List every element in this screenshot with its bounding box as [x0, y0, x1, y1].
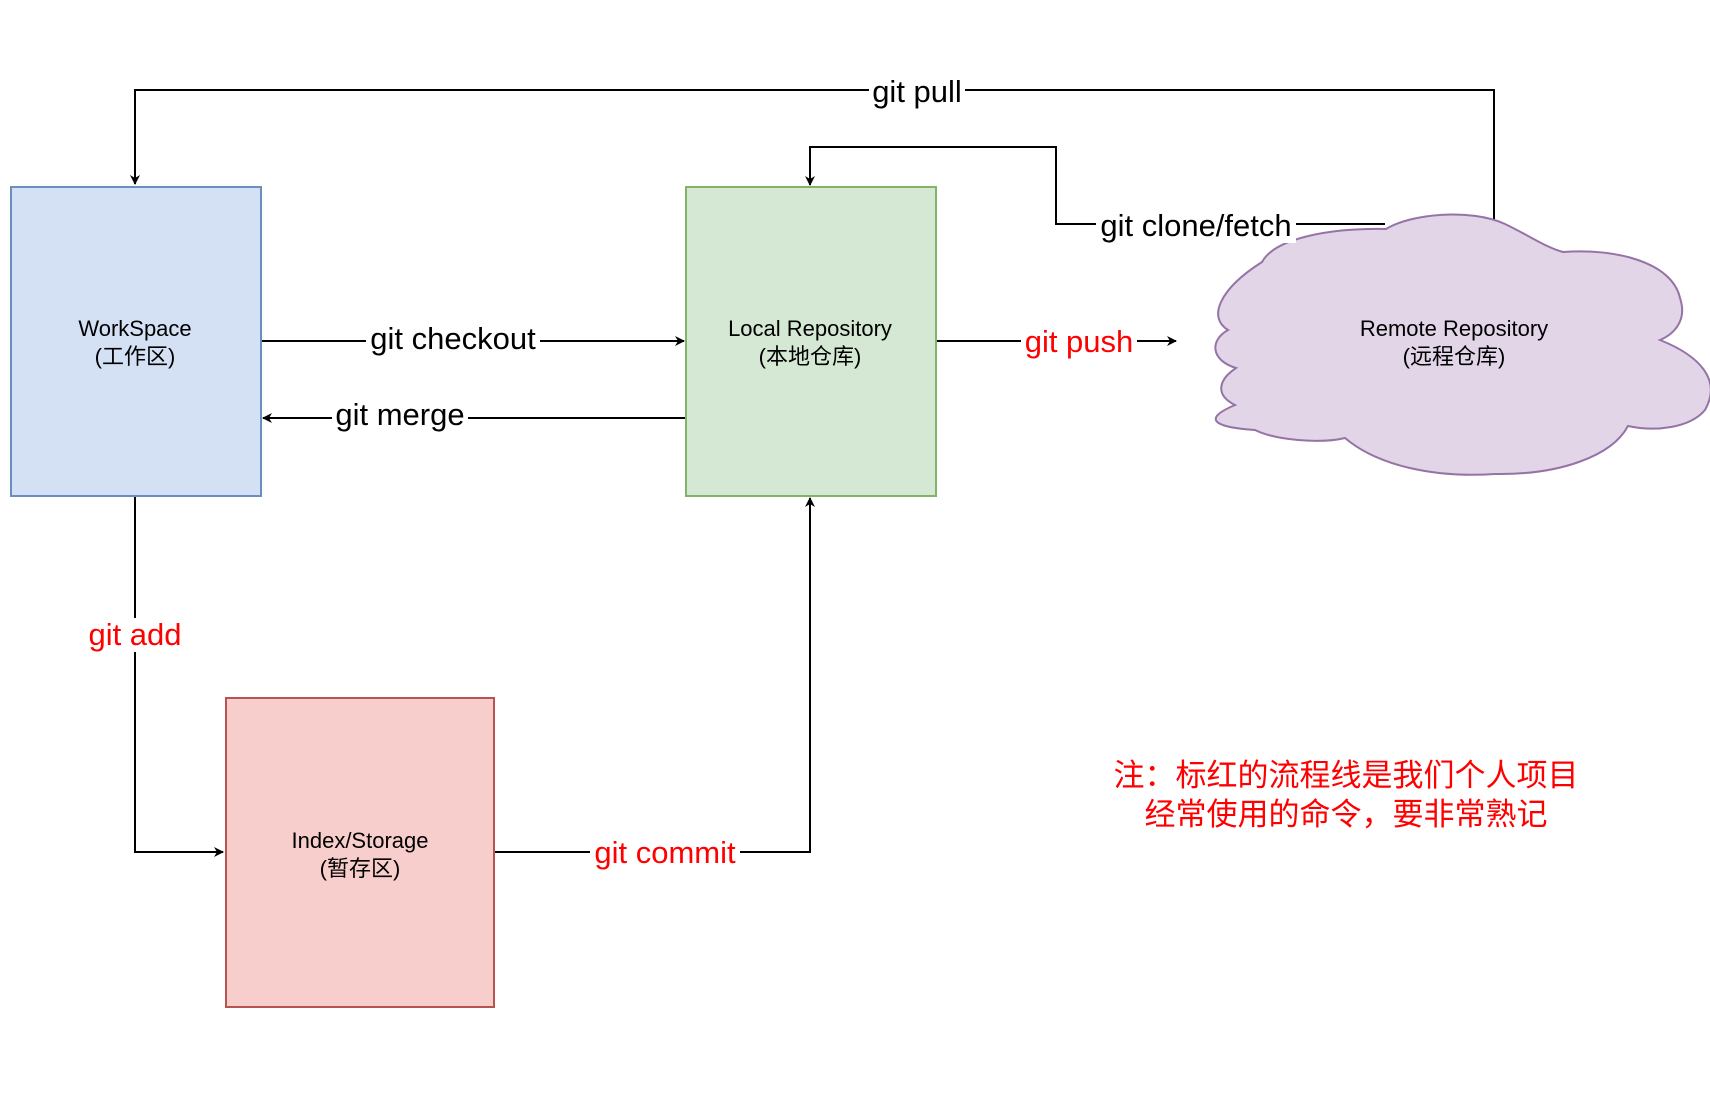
remote-repository-sublabel: (远程仓库) — [1403, 344, 1506, 369]
index-storage-sublabel: (暂存区) — [320, 856, 401, 881]
local-repository-box — [685, 186, 937, 497]
label-git-push: git push — [1025, 324, 1134, 359]
git-workflow-diagram: WorkSpace (工作区) Local Repository (本地仓库) … — [10, 74, 1710, 1008]
edge-git-add — [134, 496, 224, 857]
label-git-add: git add — [88, 617, 181, 652]
edge-git-commit — [494, 497, 815, 853]
local-repository-sublabel: (本地仓库) — [759, 344, 862, 369]
index-storage-label: Index/Storage — [292, 828, 429, 853]
label-git-checkout: git checkout — [370, 321, 536, 356]
label-git-pull: git pull — [872, 74, 962, 109]
label-git-commit: git commit — [594, 835, 736, 870]
note-line-1: 注：标红的流程线是我们个人项目 — [1114, 758, 1579, 794]
workspace-sublabel: (工作区) — [95, 344, 176, 369]
local-repository-label: Local Repository — [728, 316, 892, 341]
workspace-label: WorkSpace — [78, 316, 191, 341]
note-line-2: 经常使用的命令，要非常熟记 — [1145, 797, 1548, 833]
workspace-box — [10, 186, 262, 497]
label-git-clone-fetch: git clone/fetch — [1100, 208, 1291, 243]
remote-repository-label: Remote Repository — [1360, 316, 1548, 341]
label-git-merge: git merge — [335, 397, 464, 432]
